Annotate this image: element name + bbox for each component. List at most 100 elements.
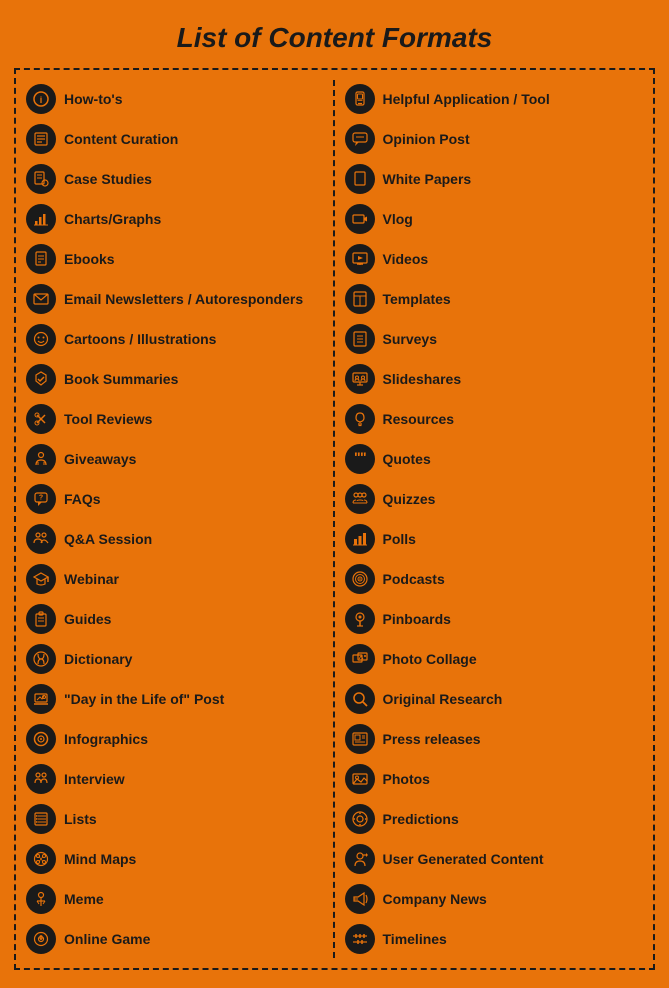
item-label: Online Game xyxy=(64,931,150,947)
item-icon xyxy=(345,364,375,394)
item-label: Slideshares xyxy=(383,371,462,387)
item-label: Lists xyxy=(64,811,97,827)
list-item: Opinion Post xyxy=(343,120,646,158)
item-icon xyxy=(345,284,375,314)
item-label: Guides xyxy=(64,611,111,627)
item-label: Cartoons / Illustrations xyxy=(64,331,216,347)
list-item: ? FAQs xyxy=(24,480,327,518)
item-icon: "" xyxy=(345,444,375,474)
list-item: Dictionary xyxy=(24,640,327,678)
list-item: Surveys xyxy=(343,320,646,358)
right-column: Helpful Application / ToolOpinion PostWh… xyxy=(335,80,646,958)
list-item: Mind Maps xyxy=(24,840,327,878)
list-item: Cartoons / Illustrations xyxy=(24,320,327,358)
item-icon xyxy=(26,884,56,914)
item-icon xyxy=(26,404,56,434)
item-icon xyxy=(26,604,56,634)
item-icon xyxy=(345,524,375,554)
list-item: Webinar xyxy=(24,560,327,598)
svg-text:i: i xyxy=(40,95,43,105)
item-icon xyxy=(345,324,375,354)
list-item: Photos xyxy=(343,760,646,798)
item-label: Company News xyxy=(383,891,487,907)
list-item: Timelines xyxy=(343,920,646,958)
list-item: Press releases xyxy=(343,720,646,758)
item-label: Email Newsletters / Autoresponders xyxy=(64,291,303,307)
item-label: Case Studies xyxy=(64,171,152,187)
item-icon xyxy=(26,844,56,874)
item-label: Videos xyxy=(383,251,429,267)
item-label: Q&A Session xyxy=(64,531,152,547)
item-label: How-to's xyxy=(64,91,123,107)
item-label: Quotes xyxy=(383,451,431,467)
item-icon xyxy=(26,204,56,234)
item-label: FAQs xyxy=(64,491,101,507)
list-item: Book Summaries xyxy=(24,360,327,398)
list-item: i How-to's xyxy=(24,80,327,118)
list-item: Guides xyxy=(24,600,327,638)
item-label: Content Curation xyxy=(64,131,178,147)
item-icon xyxy=(26,324,56,354)
item-label: Charts/Graphs xyxy=(64,211,161,227)
list-item: Resources xyxy=(343,400,646,438)
main-container: List of Content Formats iHow-to'sContent… xyxy=(0,0,669,988)
item-label: Vlog xyxy=(383,211,413,227)
list-item: User Generated Content xyxy=(343,840,646,878)
list-item: Infographics xyxy=(24,720,327,758)
list-item: Interview xyxy=(24,760,327,798)
list-item: "" Quotes xyxy=(343,440,646,478)
item-label: Polls xyxy=(383,531,416,547)
item-icon xyxy=(26,804,56,834)
item-label: Tool Reviews xyxy=(64,411,152,427)
list-item: Slideshares xyxy=(343,360,646,398)
item-icon xyxy=(345,924,375,954)
list-item: Predictions xyxy=(343,800,646,838)
list-item: Q&A Session xyxy=(24,520,327,558)
item-icon xyxy=(26,444,56,474)
svg-text:?: ? xyxy=(39,495,43,502)
svg-text:": " xyxy=(360,451,367,465)
item-icon xyxy=(345,244,375,274)
item-label: Predictions xyxy=(383,811,459,827)
list-item: Photo Collage xyxy=(343,640,646,678)
item-icon xyxy=(345,484,375,514)
list-item: "Day in the Life of" Post xyxy=(24,680,327,718)
item-label: Original Research xyxy=(383,691,503,707)
item-icon xyxy=(26,644,56,674)
list-item: Templates xyxy=(343,280,646,318)
list-item: Original Research xyxy=(343,680,646,718)
left-column: i How-to's Content Curation Case Studies Cha… xyxy=(24,80,335,958)
item-icon xyxy=(26,524,56,554)
item-label: Pinboards xyxy=(383,611,451,627)
list-item: Podcasts xyxy=(343,560,646,598)
item-label: Interview xyxy=(64,771,125,787)
list-item: Vlog xyxy=(343,200,646,238)
item-icon xyxy=(26,684,56,714)
item-icon xyxy=(345,604,375,634)
item-icon: 8 xyxy=(26,924,56,954)
item-label: Webinar xyxy=(64,571,119,587)
item-label: Opinion Post xyxy=(383,131,470,147)
item-label: Press releases xyxy=(383,731,481,747)
item-icon xyxy=(345,564,375,594)
item-icon xyxy=(345,84,375,114)
item-icon xyxy=(26,244,56,274)
item-icon xyxy=(345,884,375,914)
item-icon xyxy=(345,644,375,674)
item-icon xyxy=(26,364,56,394)
item-label: Meme xyxy=(64,891,104,907)
item-icon xyxy=(345,684,375,714)
list-item: Pinboards xyxy=(343,600,646,638)
item-label: Surveys xyxy=(383,331,437,347)
list-item: White Papers xyxy=(343,160,646,198)
item-label: Podcasts xyxy=(383,571,445,587)
list-item: Content Curation xyxy=(24,120,327,158)
item-label: Resources xyxy=(383,411,455,427)
list-item: Giveaways xyxy=(24,440,327,478)
item-icon xyxy=(26,764,56,794)
item-label: Infographics xyxy=(64,731,148,747)
item-icon xyxy=(26,164,56,194)
item-icon xyxy=(345,204,375,234)
item-icon xyxy=(345,724,375,754)
content-area: i How-to's Content Curation Case Studies Cha… xyxy=(14,68,655,970)
